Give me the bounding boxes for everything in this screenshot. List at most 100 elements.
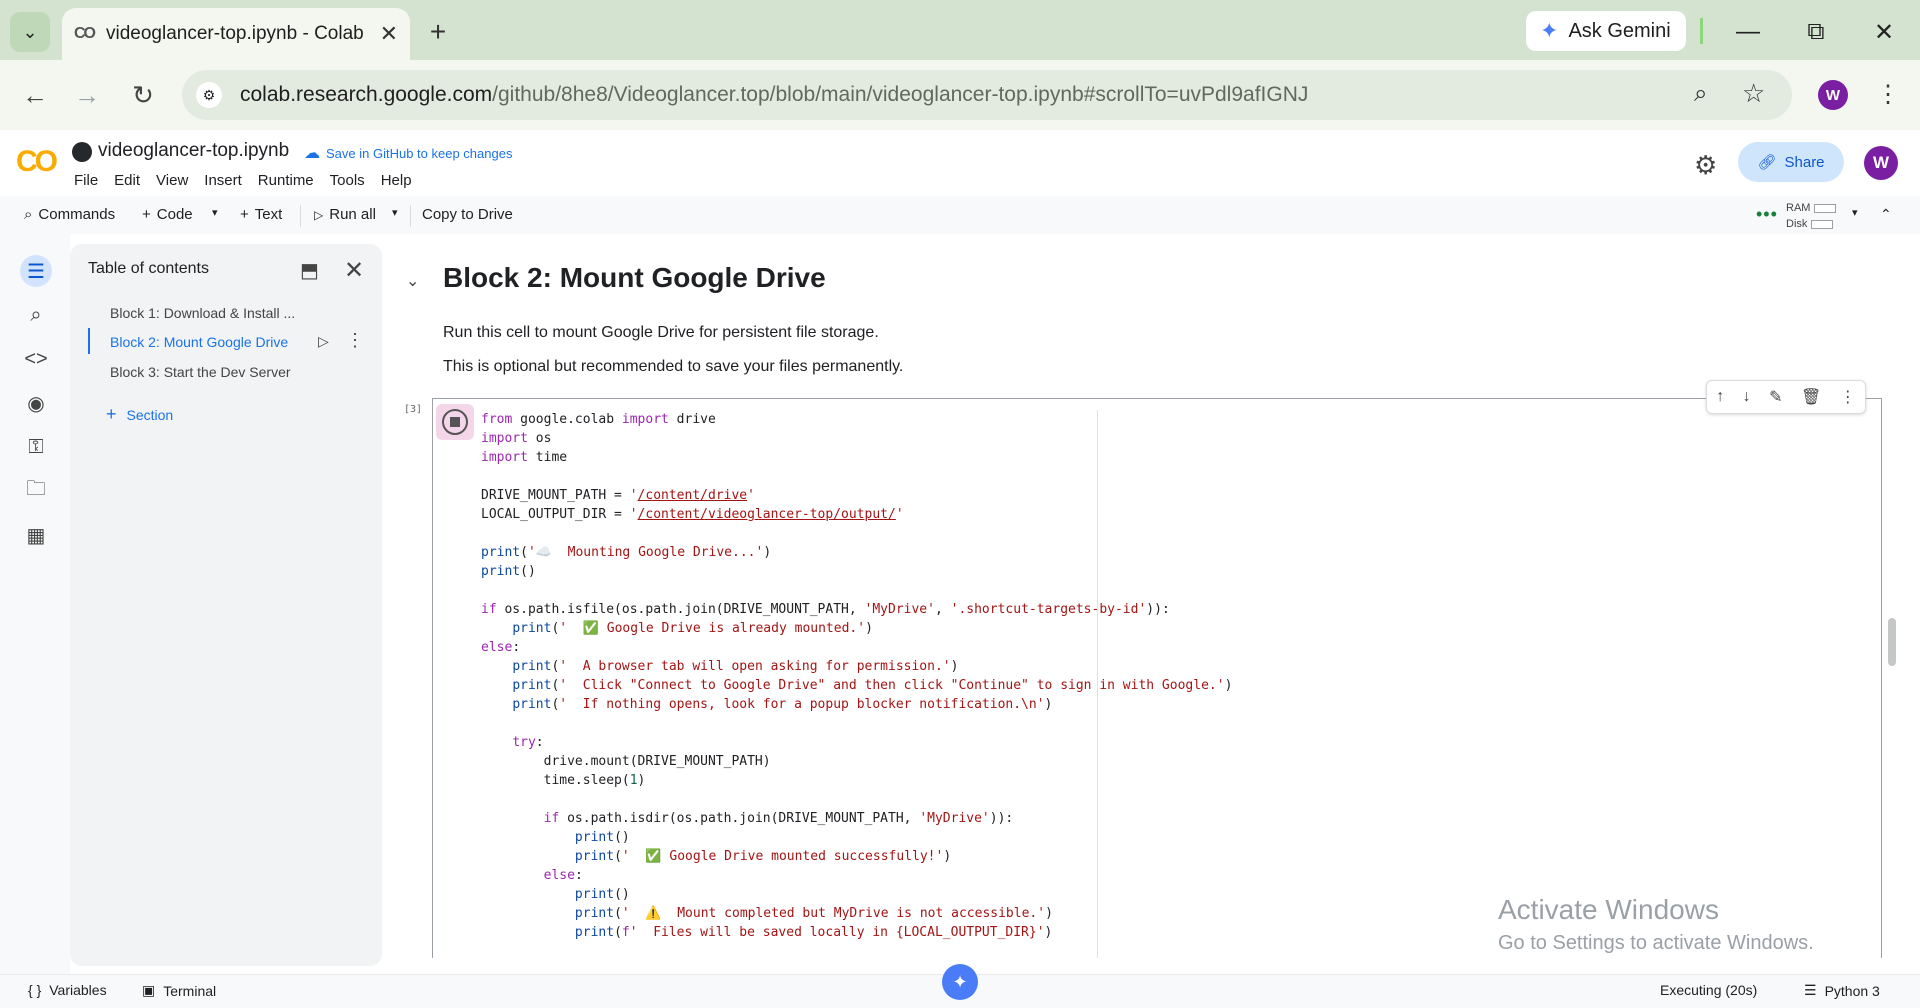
- save-in-github-label: Save in GitHub to keep changes: [326, 145, 513, 161]
- code-editor[interactable]: from google.colab import drive import os…: [481, 410, 1232, 942]
- variables-eye-icon[interactable]: ◉: [20, 387, 52, 419]
- run-section-icon[interactable]: ▷: [318, 333, 329, 350]
- new-tab-button[interactable]: +: [420, 14, 456, 50]
- copy-to-drive-button[interactable]: Copy to Drive: [422, 206, 513, 223]
- divider: [1700, 18, 1703, 44]
- colab-favicon-icon: CO: [74, 25, 96, 42]
- forward-icon[interactable]: →: [70, 78, 104, 112]
- restore-icon[interactable]: ⧉: [1798, 14, 1834, 50]
- watermark-title: Activate Windows: [1498, 894, 1719, 925]
- terminal-button[interactable]: ▣ Terminal: [142, 982, 216, 999]
- site-info-icon[interactable]: ⚙: [196, 82, 222, 108]
- ram-meter: [1814, 203, 1837, 213]
- share-button[interactable]: 🔗︎ Share: [1738, 142, 1844, 182]
- cell-toolbar: ↑ ↓ ✎ 🗑︎ ⋮: [1706, 380, 1866, 414]
- plus-icon: +: [142, 206, 151, 223]
- commands-button[interactable]: ⌕ Commands: [24, 206, 115, 223]
- secrets-key-icon[interactable]: ⚿: [20, 431, 52, 463]
- files-folder-icon[interactable]: 🗀︎: [20, 475, 52, 507]
- play-icon: ▷: [314, 207, 324, 222]
- close-tab-icon[interactable]: ✕: [380, 21, 398, 47]
- runtime-type[interactable]: ☰ Python 3: [1804, 982, 1880, 999]
- menu-help[interactable]: Help: [381, 172, 412, 189]
- address-bar[interactable]: ⚙ colab.research.google.com/github/8he8/…: [182, 70, 1792, 120]
- find-icon[interactable]: ⌕: [20, 299, 52, 331]
- menu-file[interactable]: File: [74, 172, 98, 189]
- toc-item-block-1[interactable]: Block 1: Download & Install ...: [110, 305, 295, 321]
- divider: [410, 205, 411, 227]
- add-code-button[interactable]: + Code: [142, 206, 193, 223]
- disk-label: Disk: [1786, 218, 1808, 230]
- menu-tools[interactable]: Tools: [330, 172, 365, 189]
- more-options-icon[interactable]: ⋮: [346, 330, 364, 351]
- cloud-off-icon: ☁: [304, 145, 320, 162]
- section-heading: Block 2: Mount Google Drive: [443, 262, 826, 293]
- bookmark-star-icon[interactable]: ☆: [1742, 78, 1765, 109]
- notebook-name[interactable]: videoglancer-top.ipynb: [98, 140, 289, 162]
- data-table-icon[interactable]: ▦: [20, 519, 52, 551]
- reload-icon[interactable]: ↻: [126, 78, 160, 112]
- add-text-button[interactable]: + Text: [240, 206, 282, 223]
- settings-gear-icon[interactable]: ⚙: [1694, 150, 1717, 181]
- tab-title: videoglancer-top.ipynb - Colab: [106, 23, 364, 44]
- braces-icon: { }: [28, 982, 42, 998]
- toc-item-block-3[interactable]: Block 3: Start the Dev Server: [110, 364, 291, 380]
- add-code-dropdown-icon[interactable]: ▾: [212, 206, 218, 219]
- runtime-status-icon[interactable]: •••: [1756, 204, 1778, 225]
- menu-runtime[interactable]: Runtime: [258, 172, 314, 189]
- menu-edit[interactable]: Edit: [114, 172, 140, 189]
- edit-pencil-icon[interactable]: ✎: [1769, 387, 1782, 407]
- move-up-icon[interactable]: ↑: [1716, 388, 1724, 406]
- delete-trash-icon[interactable]: 🗑︎: [1801, 387, 1821, 407]
- description-text: Run this cell to mount Google Drive for …: [443, 324, 879, 341]
- chevron-down-icon: ⌄: [22, 21, 38, 42]
- back-icon[interactable]: ←: [18, 78, 52, 112]
- collapse-section-icon[interactable]: ⌄: [406, 271, 419, 291]
- run-all-dropdown-icon[interactable]: ▾: [392, 206, 398, 219]
- chrome-menu-icon[interactable]: ⋮: [1876, 80, 1900, 109]
- chrome-profile-avatar[interactable]: W: [1818, 80, 1848, 110]
- colab-account-avatar[interactable]: W: [1864, 146, 1898, 180]
- scrollbar[interactable]: [1888, 618, 1896, 666]
- resource-monitor[interactable]: RAM Disk: [1786, 200, 1837, 232]
- move-down-icon[interactable]: ↓: [1743, 388, 1751, 406]
- ram-label: RAM: [1786, 202, 1811, 214]
- link-icon: 🔗︎: [1757, 154, 1777, 171]
- close-window-icon[interactable]: ✕: [1866, 14, 1902, 50]
- zoom-icon[interactable]: ⌕: [1694, 80, 1707, 108]
- close-icon[interactable]: ✕: [344, 256, 364, 285]
- colab-logo[interactable]: CO: [16, 145, 58, 179]
- table-of-contents-panel: [70, 244, 382, 966]
- browser-tab[interactable]: CO videoglancer-top.ipynb - Colab ✕: [62, 8, 410, 60]
- more-options-icon[interactable]: ⋮: [1840, 387, 1856, 407]
- terminal-icon: ▣: [142, 982, 156, 998]
- collapse-header-icon[interactable]: ⌃: [1880, 206, 1892, 223]
- toc-item-block-2[interactable]: Block 2: Mount Google Drive: [110, 334, 288, 350]
- run-all-button[interactable]: ▷ Run all: [314, 206, 376, 223]
- notebook-toolbar: [0, 196, 1920, 234]
- executing-status[interactable]: Executing (20s): [1660, 982, 1757, 998]
- variables-button[interactable]: { } Variables: [28, 982, 107, 998]
- save-in-github-link[interactable]: ☁ Save in GitHub to keep changes: [304, 143, 512, 163]
- divider: [300, 205, 301, 227]
- plus-icon: +: [240, 206, 249, 223]
- disk-meter: [1811, 219, 1834, 229]
- tab-search-dropdown-button[interactable]: ⌄: [10, 12, 50, 52]
- menu-view[interactable]: View: [156, 172, 188, 189]
- stop-execution-button[interactable]: [436, 404, 474, 440]
- table-of-contents-icon[interactable]: ☰: [20, 255, 52, 287]
- runtime-dropdown-icon[interactable]: ▾: [1852, 206, 1858, 219]
- code-snippets-icon[interactable]: <>: [20, 343, 52, 375]
- stop-icon: [442, 409, 468, 435]
- open-in-window-icon[interactable]: ⬒: [300, 258, 319, 283]
- ask-gemini-button[interactable]: ✦ Ask Gemini: [1526, 11, 1686, 51]
- gemini-sparkle-icon[interactable]: ✦: [942, 964, 978, 1000]
- toc-title: Table of contents: [88, 260, 209, 277]
- execution-count: [3]: [404, 404, 423, 415]
- github-icon: [72, 142, 92, 162]
- description-text: This is optional but recommended to save…: [443, 358, 904, 375]
- menu-insert[interactable]: Insert: [204, 172, 242, 189]
- url-text: colab.research.google.com/github/8he8/Vi…: [240, 83, 1309, 106]
- add-section-button[interactable]: + Section: [106, 404, 173, 425]
- minimize-icon[interactable]: —: [1730, 14, 1766, 50]
